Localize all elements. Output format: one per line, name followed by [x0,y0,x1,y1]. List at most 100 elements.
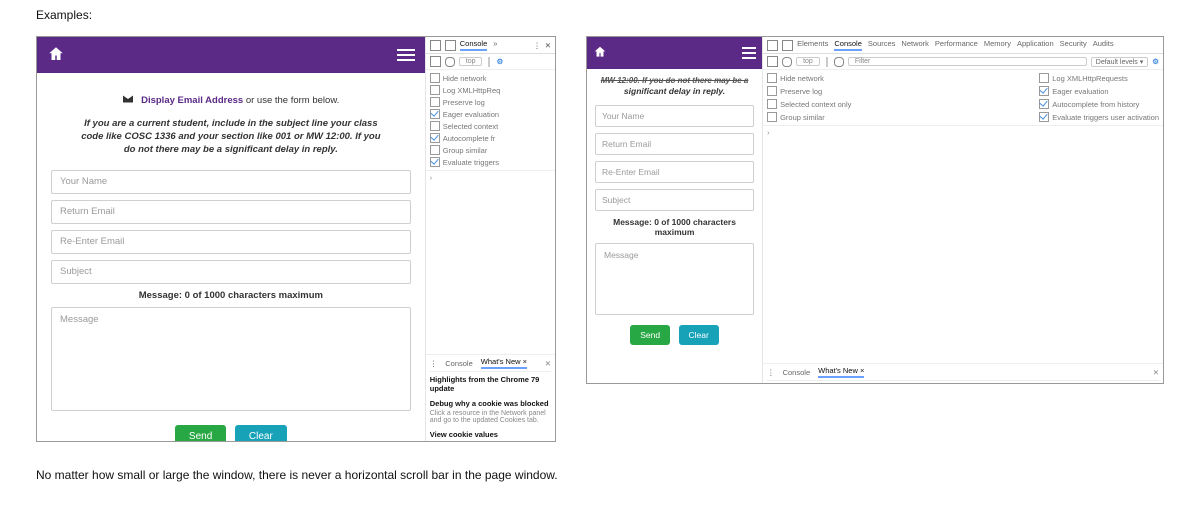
drawer-close-icon[interactable]: ✕ [1153,368,1159,377]
drawer-close-icon[interactable]: ✕ [545,359,551,368]
drawer-headline: Highlights from the Chrome 79 update [430,375,551,393]
button-row: Send Clear [51,425,411,441]
devtools-settings: Hide network Log XMLHttpReq Preserve log… [426,70,555,171]
drawer-item-2-title: View cookie values [430,430,551,439]
opt-hide-network[interactable]: Hide network [780,74,824,83]
home-icon[interactable] [593,45,607,62]
drawer-item-1-title: Debug why a cookie was blocked [430,399,551,408]
console-output[interactable]: › [426,171,555,355]
drawer-tab-whatsnew[interactable]: What's New × [818,366,864,378]
clear-button[interactable]: Clear [679,325,719,345]
clear-button[interactable]: Clear [235,425,287,441]
return-email-input[interactable]: Return Email [595,133,754,155]
app-topbar [587,37,762,69]
hamburger-icon[interactable] [397,49,415,61]
opt-selected-ctx[interactable]: Selected context only [780,100,851,109]
tab-elements[interactable]: Elements [797,39,828,51]
send-button[interactable]: Send [175,425,226,441]
opt-eval-triggers[interactable]: Evaluate triggers user activation [1052,113,1159,122]
context-selector[interactable]: top [796,57,820,66]
opt-preserve-log[interactable]: Preserve log [443,98,485,107]
tab-more[interactable]: » [493,39,497,51]
reenter-email-input[interactable]: Re-Enter Email [595,161,754,183]
examples-row: Display Email Address or use the form be… [36,36,1165,442]
opt-eager-eval[interactable]: Eager evaluation [1052,87,1108,96]
instructions: MW 12:00. If you do not there may be a s… [597,75,752,97]
envelope-icon [122,93,134,108]
gear-icon[interactable]: ⚙ [1152,57,1159,66]
opt-eval-triggers[interactable]: Evaluate triggers [443,158,499,167]
send-button[interactable]: Send [630,325,670,345]
app-topbar [37,37,425,73]
tab-network[interactable]: Network [901,39,929,51]
live-expression-icon[interactable] [834,57,844,67]
opt-group-similar[interactable]: Group similar [443,146,488,155]
device-icon[interactable] [445,40,456,51]
drawer-tab-console[interactable]: Console [783,368,811,377]
opt-group-similar[interactable]: Group similar [780,113,825,122]
tab-memory[interactable]: Memory [984,39,1011,51]
devtools-tabbar: Elements Console Sources Network Perform… [763,37,1163,54]
devtools-settings: Hide network Preserve log Selected conte… [763,70,1163,126]
inspect-icon[interactable] [767,40,778,51]
devtools-context-bar: top ⚙ [426,54,555,70]
footnote: No matter how small or large the window,… [36,468,1165,482]
example-1: Display Email Address or use the form be… [36,36,556,442]
app-body: Display Email Address or use the form be… [37,73,425,441]
drawer-tab-whatsnew[interactable]: What's New × [481,357,527,369]
name-input[interactable]: Your Name [595,105,754,127]
drawer-tab-console[interactable]: Console [445,359,473,368]
opt-eager-eval[interactable]: Eager evaluation [443,110,499,119]
tab-sources[interactable]: Sources [868,39,896,51]
tab-console[interactable]: Console [460,39,488,51]
cta-line: Display Email Address or use the form be… [51,93,411,108]
tab-application[interactable]: Application [1017,39,1054,51]
clear-console-icon[interactable] [445,57,455,67]
cta-rest: or use the form below. [246,95,339,106]
name-input[interactable]: Your Name [51,170,411,194]
display-email-link[interactable]: Display Email Address [141,95,243,106]
hamburger-icon[interactable] [742,47,756,59]
devtools-panel-2: Elements Console Sources Network Perform… [763,37,1163,383]
subject-input[interactable]: Subject [51,260,411,284]
gear-icon[interactable]: ⚙ [496,57,503,66]
opt-log-xhr[interactable]: Log XMLHttpRequests [1052,74,1127,83]
message-counter: Message: 0 of 1000 characters maximum [51,290,411,301]
sidebar-toggle-icon[interactable] [430,56,441,67]
opt-log-xhr[interactable]: Log XMLHttpReq [443,86,501,95]
message-counter: Message: 0 of 1000 characters maximum [595,217,754,237]
reenter-email-input[interactable]: Re-Enter Email [51,230,411,254]
clear-console-icon[interactable] [782,57,792,67]
tab-performance[interactable]: Performance [935,39,978,51]
subject-input[interactable]: Subject [595,189,754,211]
opt-preserve-log[interactable]: Preserve log [780,87,822,96]
opt-hide-network[interactable]: Hide network [443,74,487,83]
message-textarea[interactable]: Message [595,243,754,315]
devtools-tabbar: Console » ⋮ ✕ [426,37,555,54]
console-output[interactable]: › [763,126,1163,364]
opt-autocomplete[interactable]: Autocomplete from history [1052,100,1139,109]
devtools-context-bar: top Filter Default levels ▾ ⚙ [763,54,1163,70]
home-icon[interactable] [47,45,65,66]
return-email-input[interactable]: Return Email [51,200,411,224]
opt-autocomplete[interactable]: Autocomplete fr [443,134,496,143]
app-window-1: Display Email Address or use the form be… [37,37,426,441]
app-window-2: MW 12:00. If you do not there may be a s… [587,37,763,383]
filter-input[interactable]: Filter [848,57,1087,66]
tab-audits[interactable]: Audits [1093,39,1114,51]
message-textarea[interactable]: Message [51,307,411,411]
log-levels[interactable]: Default levels ▾ [1091,57,1148,67]
inspect-icon[interactable] [430,40,441,51]
app-body: MW 12:00. If you do not there may be a s… [587,69,762,383]
opt-selected-ctx[interactable]: Selected context [443,122,498,131]
context-selector[interactable]: top [459,57,483,66]
device-icon[interactable] [782,40,793,51]
button-row: Send Clear [595,325,754,345]
tab-console[interactable]: Console [834,39,862,51]
devtools-panel-1: Console » ⋮ ✕ top ⚙ Hide network Log XML… [426,37,555,441]
sidebar-toggle-icon[interactable] [767,56,778,67]
close-icon[interactable]: ✕ [545,41,551,50]
instructions: If you are a current student, include in… [75,118,387,156]
tab-security[interactable]: Security [1060,39,1087,51]
devtools-drawer: ⋮ Console What's New × ✕ [763,364,1163,383]
